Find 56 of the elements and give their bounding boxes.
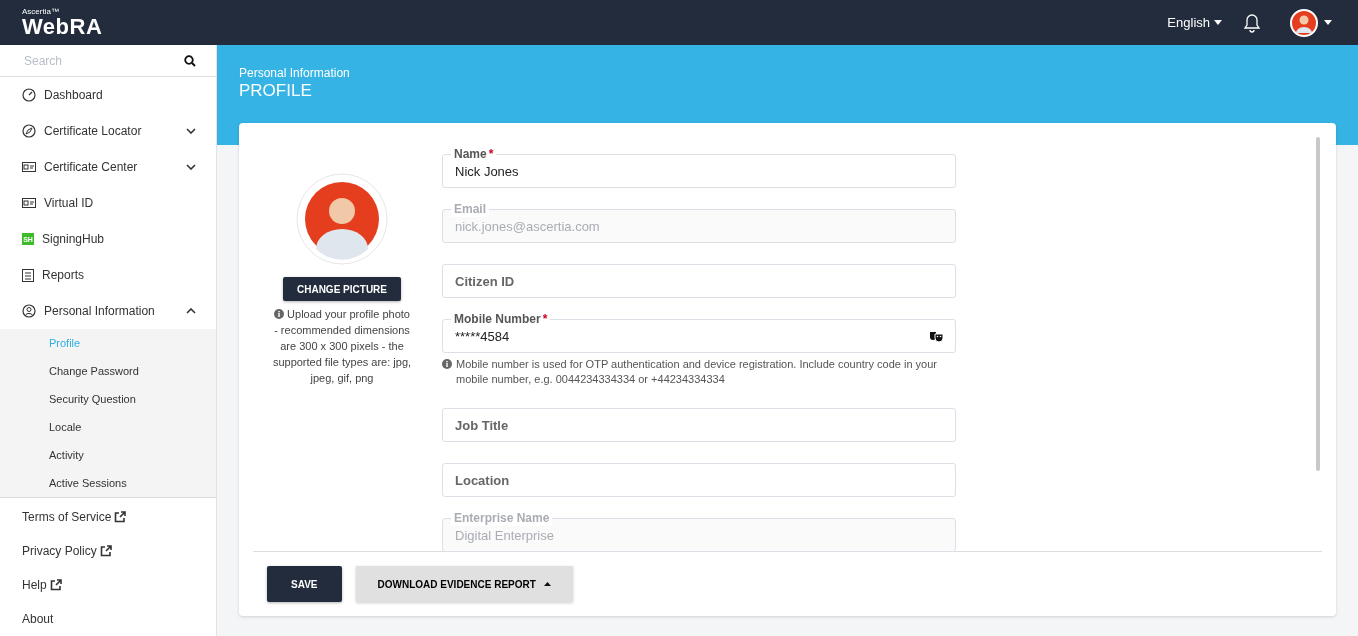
download-report-button[interactable]: DOWNLOAD EVIDENCE REPORT [355, 566, 573, 602]
sidebar-link[interactable]: Terms of Service [0, 500, 131, 534]
page-title: PROFILE [239, 81, 312, 101]
field-label: Job Title [455, 417, 509, 433]
compass-icon [22, 124, 36, 138]
sidebar-item[interactable]: Dashboard [0, 77, 216, 113]
field-label: Citizen ID [455, 273, 515, 289]
info-icon [442, 359, 452, 369]
external-link-icon [114, 511, 127, 523]
upload-hint: Upload your profile photo - recommended dimensions are 300 x 300 pixels - the supported file types are: jpg, jpeg, gif, png [272, 307, 412, 386]
chevron-icon [186, 128, 196, 134]
field-label: Enterprise Name [451, 510, 553, 526]
sidebar-item[interactable]: Certificate Locator [0, 113, 216, 149]
caret-icon [1214, 20, 1222, 25]
change-picture-button[interactable]: CHANGE PICTURE [283, 277, 401, 301]
chevron-icon [186, 308, 196, 314]
masks-icon[interactable] [930, 330, 943, 342]
save-button[interactable]: SAVE [267, 566, 342, 602]
submenu-item[interactable]: Activity [0, 441, 216, 469]
sidebar-item[interactable]: Virtual ID [0, 185, 216, 221]
sidebar-item[interactable]: Reports [0, 257, 216, 293]
field-value: Nick Jones [455, 163, 520, 179]
sidebar-item[interactable]: Personal Information [0, 293, 216, 329]
field-label: Email [451, 201, 489, 217]
sidebar-link[interactable]: About [0, 602, 58, 636]
external-link-icon [49, 579, 62, 591]
submenu-item[interactable]: Active Sessions [0, 469, 216, 497]
field-value: Digital Enterprise [455, 527, 555, 543]
user-circle-icon [22, 304, 36, 318]
submenu-item[interactable]: Change Password [0, 357, 216, 385]
user-menu[interactable] [1290, 8, 1332, 37]
gauge-icon [22, 88, 36, 102]
scrollbar[interactable] [1316, 137, 1320, 471]
field-label: Location [455, 472, 510, 488]
required-asterisk: * [488, 147, 494, 161]
required-asterisk: * [542, 312, 548, 326]
webra-logo[interactable]: Ascertia™ WebRA [22, 7, 103, 38]
sidebar-item[interactable]: Certificate Center [0, 149, 216, 185]
clipboard-icon [22, 268, 34, 282]
sidebar-link[interactable]: Help [0, 568, 66, 602]
notification-bell-icon[interactable] [1242, 12, 1262, 33]
caret-icon [1324, 20, 1332, 25]
caret-icon [543, 582, 551, 586]
submenu-item[interactable]: Locale [0, 413, 216, 441]
submenu-item[interactable]: Security Question [0, 385, 216, 413]
external-link-icon [99, 545, 112, 557]
search-icon[interactable] [184, 54, 196, 67]
field-hint: Mobile number is used for OTP authentication and device registration. Include country code in your mobile number, e.g. 0044234334334 or +44234334334 [442, 357, 956, 387]
sidebar-link[interactable]: Privacy Policy [0, 534, 116, 568]
id-card-icon [22, 197, 36, 209]
info-icon [274, 309, 284, 319]
field-value: nick.jones@ascertia.com [455, 218, 601, 234]
field-value: *****4584 [455, 328, 511, 344]
id-card-icon [22, 161, 36, 173]
chevron-icon [186, 164, 196, 170]
language-menu[interactable]: English [1167, 15, 1222, 30]
